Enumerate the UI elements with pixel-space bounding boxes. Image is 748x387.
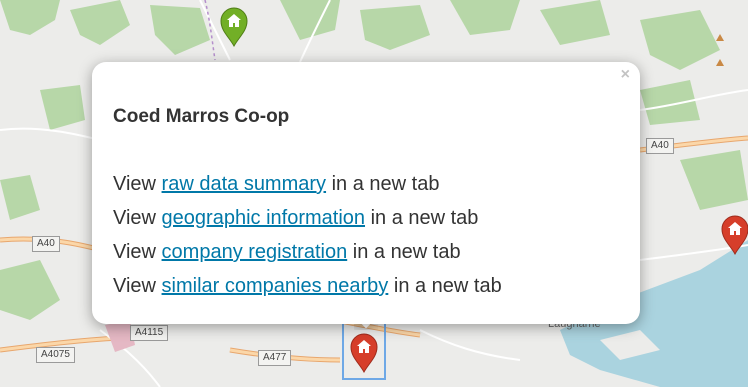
line-suffix: in a new tab: [365, 207, 479, 229]
road-label-a4115: A4115: [130, 325, 169, 341]
raw-data-summary-link[interactable]: raw data summary: [162, 173, 327, 195]
close-button[interactable]: ×: [621, 66, 630, 84]
red-home-marker-east[interactable]: [720, 215, 748, 255]
road-label-a40-west: A40: [32, 236, 60, 252]
line-prefix: View: [113, 207, 162, 229]
line-suffix: in a new tab: [347, 241, 461, 263]
similar-companies-nearby-link[interactable]: similar companies nearby: [162, 275, 389, 297]
info-popup: × Coed Marros Co-op View raw data summar…: [92, 62, 640, 324]
popup-line-similar-companies: View similar companies nearby in a new t…: [113, 275, 502, 298]
line-suffix: in a new tab: [326, 173, 440, 195]
company-registration-link[interactable]: company registration: [162, 241, 348, 263]
popup-line-company-registration: View company registration in a new tab: [113, 241, 461, 264]
green-home-marker[interactable]: [219, 7, 249, 47]
line-suffix: in a new tab: [388, 275, 502, 297]
road-label-a4075: A4075: [36, 347, 75, 363]
road-label-a477: A477: [258, 350, 292, 366]
line-prefix: View: [113, 241, 162, 263]
popup-line-geographic: View geographic information in a new tab: [113, 207, 478, 230]
red-home-marker-selected[interactable]: [349, 333, 379, 373]
line-prefix: View: [113, 275, 162, 297]
peak-icon: [716, 59, 724, 66]
popup-title: Coed Marros Co-op: [113, 106, 290, 127]
line-prefix: View: [113, 173, 162, 195]
peak-icon: [716, 34, 724, 41]
geographic-information-link[interactable]: geographic information: [162, 207, 365, 229]
popup-line-raw-data: View raw data summary in a new tab: [113, 173, 439, 196]
road-label-a40-east: A40: [646, 138, 674, 154]
